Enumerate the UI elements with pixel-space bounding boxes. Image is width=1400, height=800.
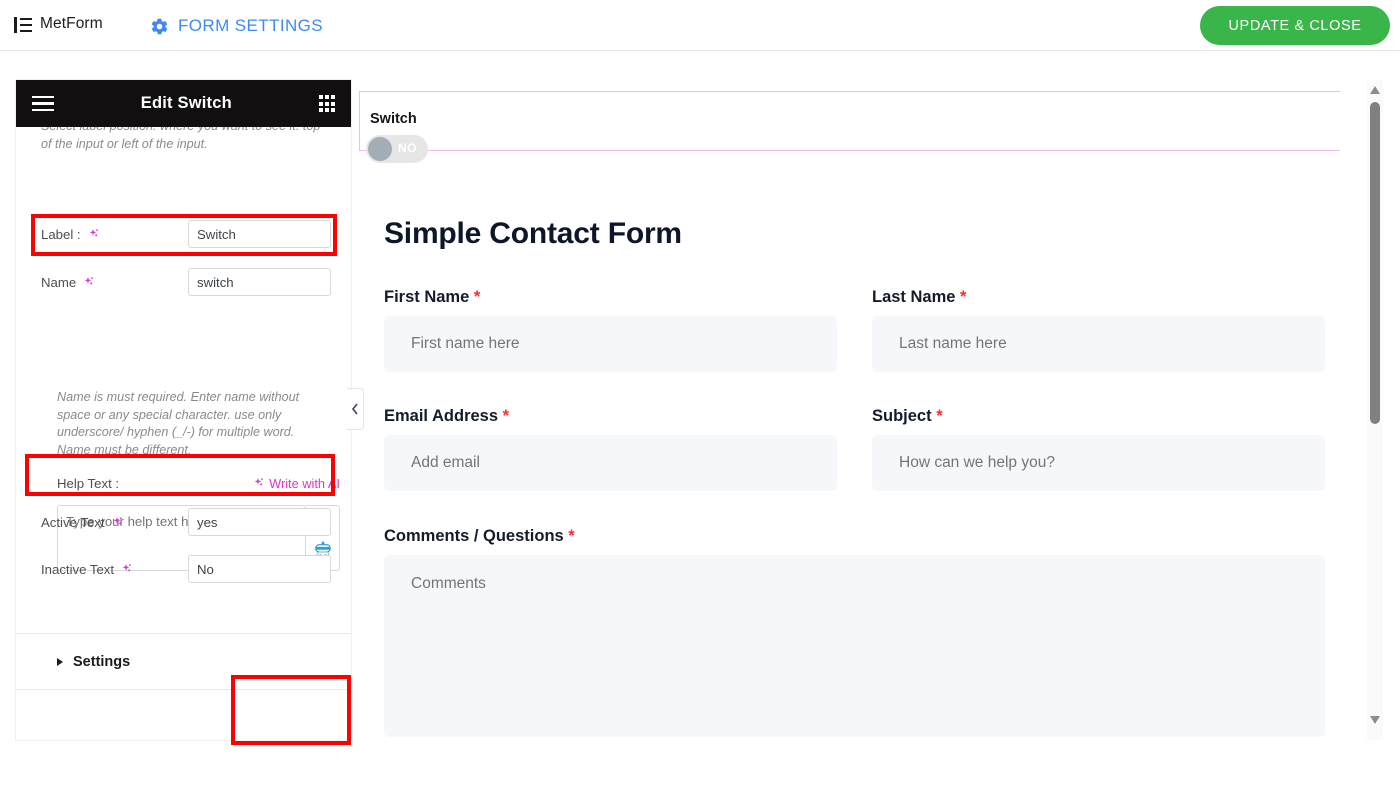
name-field-row: Name xyxy=(41,268,331,296)
name-field-label: Name xyxy=(41,275,95,290)
switch-widget-label: Switch xyxy=(370,111,417,127)
brand-title: MetForm xyxy=(40,15,103,32)
active-text-label-text: Active Text xyxy=(41,514,105,530)
field-last-name-label-text: Last Name xyxy=(872,288,956,306)
required-asterisk: * xyxy=(960,288,967,306)
field-comments-questions-label-text: Comments / Questions xyxy=(384,527,564,545)
ai-sparkle-icon xyxy=(84,276,94,284)
chevron-right-icon xyxy=(57,657,63,666)
required-asterisk: * xyxy=(473,288,481,306)
inactive-text-input[interactable] xyxy=(188,555,331,583)
ai-sparkle-icon xyxy=(113,516,122,524)
name-input[interactable] xyxy=(188,268,331,296)
subject-input[interactable] xyxy=(872,435,1325,491)
elementor-edit-panel: Edit Switch Select label position. where… xyxy=(16,80,351,740)
scrollbar-thumb[interactable] xyxy=(1370,102,1380,424)
scroll-up-arrow-icon[interactable] xyxy=(1369,84,1381,96)
field-comments-questions-label: Comments / Questions * xyxy=(384,527,1325,546)
chevron-left-icon xyxy=(351,403,358,415)
panel-title: Edit Switch xyxy=(140,94,232,112)
accordion-settings-label: Settings xyxy=(73,653,131,670)
write-with-ai-button[interactable]: Write with AI xyxy=(252,476,340,491)
email-address-input[interactable] xyxy=(384,435,837,491)
required-asterisk: * xyxy=(568,527,575,545)
field-email-address: Email Address * xyxy=(384,407,837,491)
field-email-address-label-text: Email Address xyxy=(384,407,499,425)
panel-header: Edit Switch xyxy=(16,80,351,127)
ai-sparkle-icon xyxy=(122,563,131,571)
label-input[interactable] xyxy=(188,220,331,248)
field-subject-label: Subject * xyxy=(872,407,1325,426)
field-subject: Subject * xyxy=(872,407,1325,491)
help-text-label: Help Text : xyxy=(57,476,120,491)
write-with-ai-label: Write with AI xyxy=(269,476,340,491)
field-comments-questions: Comments / Questions * xyxy=(384,527,1325,742)
hamburger-menu-icon[interactable] xyxy=(32,95,54,113)
panel-body: Select label position. where you want to… xyxy=(16,127,351,692)
scroll-down-arrow-icon[interactable] xyxy=(1369,714,1381,726)
form-settings-button[interactable]: FORM SETTINGS xyxy=(150,12,323,40)
name-field-text: Name xyxy=(41,274,77,290)
inactive-text-field-row: Inactive Text xyxy=(41,555,331,583)
top-bar: MetForm FORM SETTINGS UPDATE & CLOSE xyxy=(0,0,1400,51)
active-text-field-row: Active Text xyxy=(41,508,331,536)
help-text-label-row: Help Text : Write with AI xyxy=(57,476,340,491)
comments-textarea[interactable] xyxy=(384,555,1325,737)
accordion-settings[interactable]: Settings xyxy=(16,633,351,689)
field-first-name: First Name * xyxy=(384,288,837,372)
ai-sparkle-icon xyxy=(89,228,98,236)
required-asterisk: * xyxy=(502,407,510,425)
field-subject-label-text: Subject xyxy=(872,407,932,425)
field-first-name-label-text: First Name xyxy=(384,288,470,306)
active-text-label: Active Text xyxy=(41,515,124,530)
panel-collapse-handle[interactable] xyxy=(347,388,364,430)
form-settings-label: FORM SETTINGS xyxy=(178,16,323,35)
active-text-input[interactable] xyxy=(188,508,331,536)
required-asterisk: * xyxy=(936,407,943,425)
update-and-close-button[interactable]: UPDATE & CLOSE xyxy=(1200,6,1390,45)
form-preview-canvas: Switch NO Simple Contact Form First Name… xyxy=(357,72,1340,744)
field-last-name-label: Last Name * xyxy=(872,288,1325,307)
field-email-address-label: Email Address * xyxy=(384,407,837,426)
switch-toggle[interactable]: NO xyxy=(366,135,428,163)
inactive-text-label-text: Inactive Text xyxy=(41,561,115,577)
gear-icon xyxy=(151,18,168,34)
field-first-name-label: First Name * xyxy=(384,288,837,307)
accordion-conditional-logic[interactable]: Conditional logic xyxy=(16,689,351,692)
list-logo-icon xyxy=(14,17,32,33)
label-position-hint: Select label position. where you want to… xyxy=(41,127,320,151)
switch-toggle-state-text: NO xyxy=(398,141,417,155)
field-last-name: Last Name * xyxy=(872,288,1325,372)
name-field-hint: Name is must required. Enter name withou… xyxy=(57,390,300,457)
inactive-text-label: Inactive Text xyxy=(41,562,133,577)
label-field-label: Label : xyxy=(41,227,100,242)
page-title: Simple Contact Form xyxy=(384,217,682,250)
switch-toggle-knob xyxy=(368,137,392,161)
ai-sparkle-icon xyxy=(254,478,263,486)
grid-apps-icon[interactable] xyxy=(318,95,335,112)
page-scrollbar[interactable] xyxy=(1367,80,1383,740)
label-field-text: Label : xyxy=(41,226,81,242)
last-name-input[interactable] xyxy=(872,316,1325,372)
label-field-row: Label : xyxy=(41,220,331,248)
switch-widget-container[interactable]: Switch NO xyxy=(359,91,1340,163)
first-name-input[interactable] xyxy=(384,316,837,372)
